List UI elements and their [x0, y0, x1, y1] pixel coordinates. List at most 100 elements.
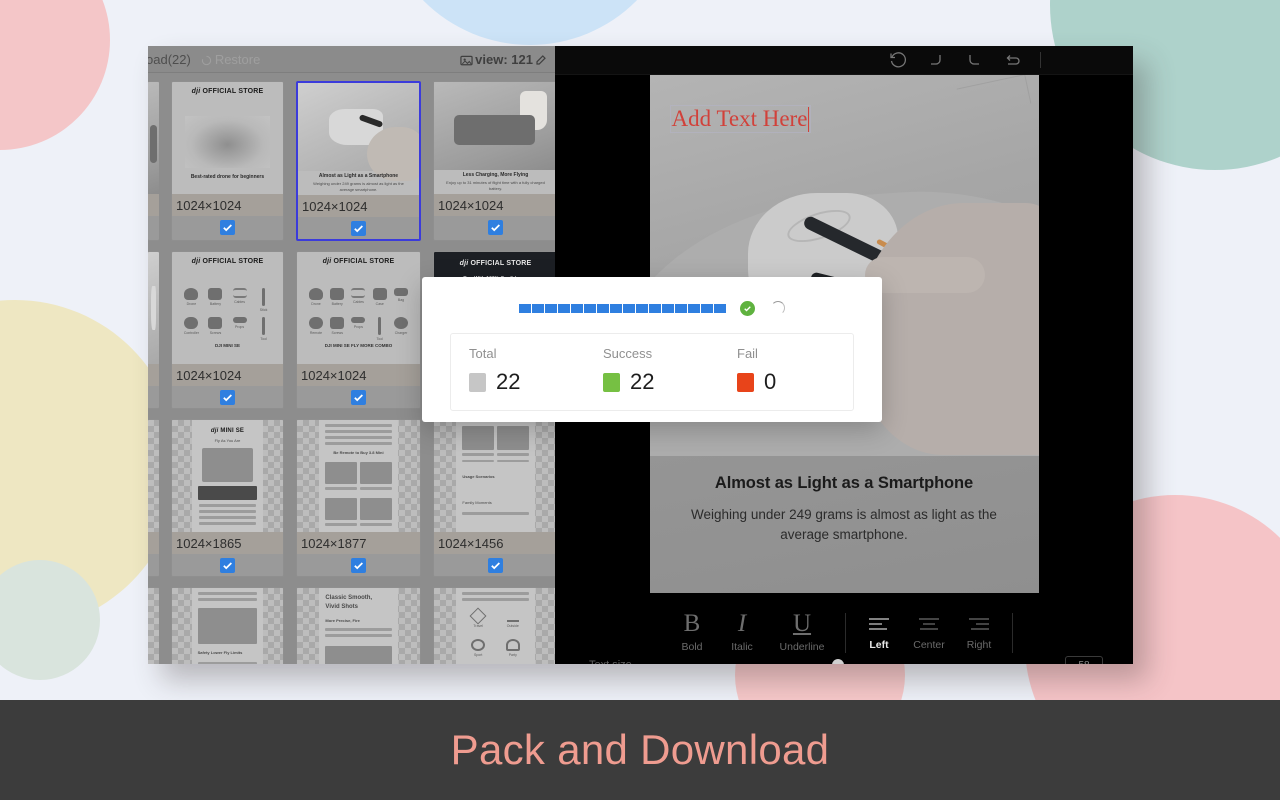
progress-segments: [519, 303, 726, 313]
list-item[interactable]: dji OFFICIAL STORE Drone Battery Cables …: [296, 251, 421, 409]
preview-count-control[interactable]: view: 121: [460, 46, 547, 73]
thumbnail-select[interactable]: [148, 386, 159, 408]
checkbox-checked-icon[interactable]: [220, 557, 235, 573]
progress-segment: [649, 303, 661, 313]
redo-icon[interactable]: [964, 50, 984, 70]
align-left-button[interactable]: Left: [854, 614, 904, 651]
stat-total: Total 22: [451, 346, 585, 410]
thumbnail-body: More Precise, Fire: [325, 618, 360, 623]
progress-segment: [662, 303, 674, 313]
bold-button[interactable]: B Bold: [667, 610, 717, 653]
slider-handle[interactable]: [831, 659, 844, 664]
thumbnail-caption: Be Remote to Buy 3.8 Mini: [333, 450, 384, 455]
thumbnail-size: 1024×1024: [172, 364, 283, 386]
thumbnail-select[interactable]: [172, 216, 283, 238]
restore-button[interactable]: Restore: [201, 52, 260, 67]
editor-format-toolbar: B Bold I Italic U Underline Left Center …: [555, 600, 1133, 664]
checkbox-checked-icon[interactable]: [351, 557, 366, 573]
list-item[interactable]: Usage Scenarios Family Moments 1024×1456: [433, 419, 555, 577]
bold-icon: B: [683, 610, 701, 637]
stat-success: Success 22: [585, 346, 719, 410]
stats-card: Total 22 Success 22 Fail 0: [450, 333, 854, 411]
thumbnail-caption: Usage Scenarios: [462, 474, 495, 479]
progress-segment: [623, 303, 635, 313]
circle-pink-top-left: [0, 0, 110, 150]
list-item[interactable]: dji OFFICIAL STORE Drone Battery Cables …: [171, 251, 284, 409]
history-icon[interactable]: [888, 50, 908, 70]
thumbnail-select[interactable]: [434, 216, 555, 238]
checkbox-checked-icon[interactable]: [220, 219, 235, 235]
thumbnail-select[interactable]: [148, 216, 159, 238]
list-item[interactable]: Travel Outside Sport Party: [433, 587, 555, 664]
thumbnail-select[interactable]: [148, 554, 159, 576]
checkbox-checked-icon[interactable]: [220, 389, 235, 405]
checkbox-checked-icon[interactable]: [488, 557, 503, 573]
text-overlay-value[interactable]: Add Text Here: [672, 106, 808, 132]
checkbox-checked-icon[interactable]: [351, 389, 366, 405]
text-size-row[interactable]: Text size 58: [555, 653, 1133, 664]
thumbnail-size: 1024×1024: [298, 195, 419, 217]
stat-success-swatch: [603, 372, 620, 392]
checkbox-checked-icon[interactable]: [488, 219, 503, 235]
list-item[interactable]: Classic Smooth, Vivid Shots More Precise…: [296, 587, 421, 664]
list-item[interactable]: Be Remote to Buy 3.8 Mini 1024×1877: [296, 419, 421, 577]
thumbnail-size: 1024×1865: [172, 532, 283, 554]
circle-blue-top-center: [380, 0, 680, 45]
thumbnail-size: [148, 364, 159, 386]
thumbnail-image: Almost as Light as a Smartphone Weighing…: [298, 83, 419, 195]
thumbnail-caption: Fly As You Are: [214, 438, 241, 443]
thumbnail-select[interactable]: [172, 554, 283, 576]
thumbnail-image: [148, 588, 159, 664]
italic-button[interactable]: I Italic: [717, 610, 767, 653]
progress-segment: [701, 303, 713, 313]
thumbnail-select[interactable]: [434, 554, 555, 576]
thumbnail-caption: Classic Smooth, Vivid Shots: [325, 595, 373, 610]
thumbnail-image: Less Charging, More Flying Enjoy up to 3…: [434, 82, 555, 194]
thumbnail-select[interactable]: [297, 554, 420, 576]
thumbnail-size: [148, 194, 159, 216]
underline-button[interactable]: U Underline: [767, 611, 837, 653]
progress-row: [450, 297, 854, 319]
thumbnail-select[interactable]: [297, 386, 420, 408]
italic-icon: I: [737, 610, 747, 637]
align-center-button[interactable]: Center: [904, 614, 954, 651]
list-item[interactable]: dji OFFICIAL STORE Best-rated drone for …: [171, 81, 284, 241]
progress-segment: [688, 303, 700, 313]
list-item[interactable]: [148, 251, 159, 409]
toolbar-divider: [845, 612, 846, 653]
pencil-icon[interactable]: [535, 54, 547, 66]
thumbnail-image: Be Remote to Buy 3.8 Mini: [297, 420, 420, 532]
list-item[interactable]: [148, 587, 159, 664]
canvas-caption-block: Almost as Light as a Smartphone Weighing…: [650, 456, 1039, 544]
list-item-selected[interactable]: Almost as Light as a Smartphone Weighing…: [296, 81, 421, 241]
progress-segment: [558, 303, 570, 313]
list-item[interactable]: Safety Lower Fly Limits: [171, 587, 284, 664]
text-overlay-box[interactable]: Add Text Here: [669, 105, 812, 134]
progress-segment: [610, 303, 622, 313]
thumbnail-image: Classic Smooth, Vivid Shots More Precise…: [297, 588, 420, 664]
checkbox-checked-icon[interactable]: [351, 220, 366, 236]
spinner-icon: [771, 301, 785, 315]
align-right-label: Right: [966, 639, 992, 651]
thumbnail-select[interactable]: [172, 386, 283, 408]
download-button[interactable]: oad(22): [148, 52, 191, 67]
thumbnail-image: [148, 420, 159, 532]
stat-success-value: 22: [630, 369, 655, 394]
list-item[interactable]: Less Charging, More Flying Enjoy up to 3…: [433, 81, 555, 241]
thumbnail-body: Enjoy up to 31 minutes of flight time wi…: [446, 180, 545, 191]
thumbnail-select[interactable]: [298, 217, 419, 239]
undo-icon[interactable]: [926, 50, 946, 70]
caption-band: Pack and Download: [0, 700, 1280, 800]
text-size-value[interactable]: 58: [1065, 656, 1103, 664]
align-right-button[interactable]: Right: [954, 614, 1004, 651]
progress-segment: [636, 303, 648, 313]
list-item[interactable]: [148, 419, 159, 577]
image-icon: [460, 54, 473, 66]
reset-icon[interactable]: [1002, 50, 1022, 70]
stat-fail-label: Fail: [737, 346, 758, 361]
thumbnail-image: [148, 82, 159, 194]
list-item[interactable]: dji MINI SE Fly As You Are 1024×1865: [171, 419, 284, 577]
text-caret: [808, 106, 810, 132]
list-item[interactable]: [148, 81, 159, 241]
align-center-label: Center: [913, 639, 945, 651]
